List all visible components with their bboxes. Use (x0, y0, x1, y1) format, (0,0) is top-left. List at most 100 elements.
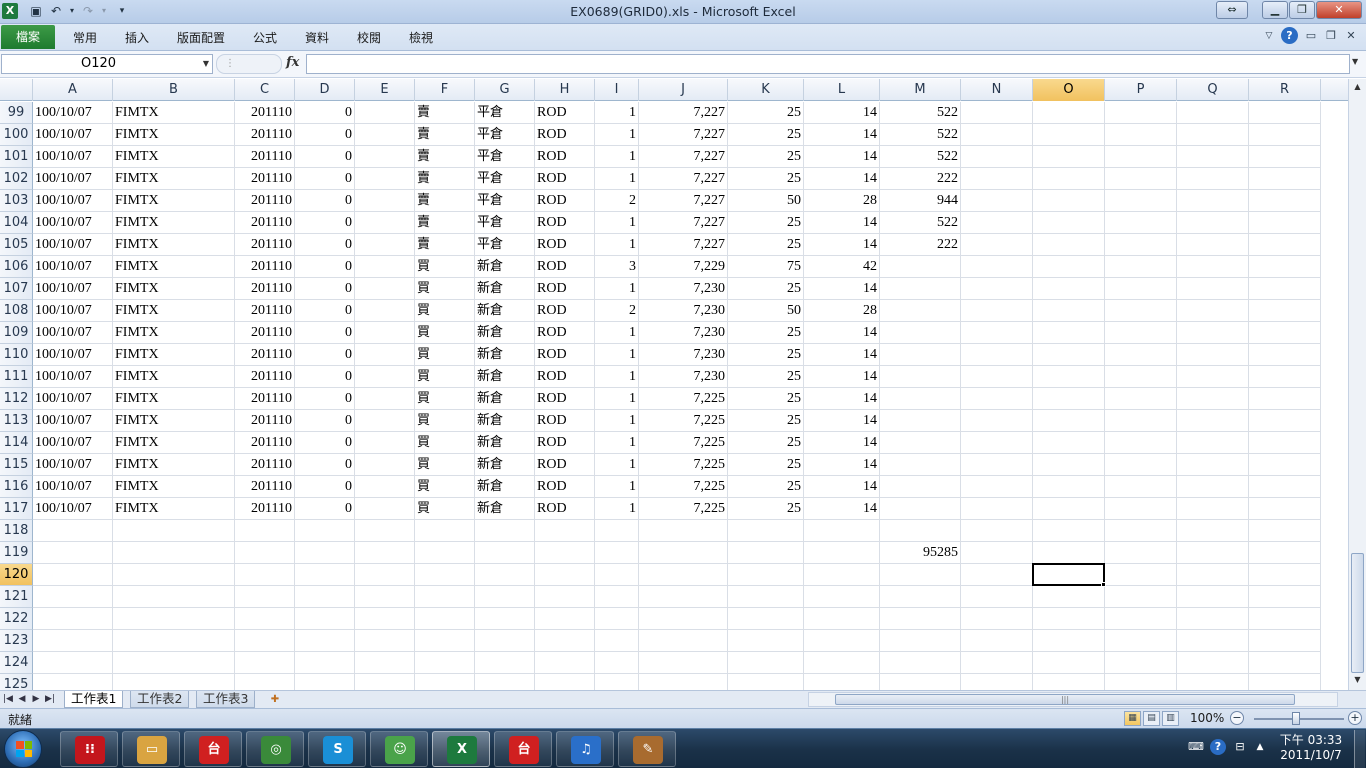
cell[interactable]: ROD (535, 212, 595, 234)
cell[interactable] (1033, 300, 1105, 322)
zoom-level[interactable]: 100% (1190, 711, 1224, 725)
cell[interactable] (1249, 608, 1321, 630)
cell[interactable] (1177, 234, 1249, 256)
cell[interactable]: 買 (415, 278, 475, 300)
cell[interactable]: 100/10/07 (33, 102, 113, 124)
cell[interactable] (639, 630, 728, 652)
cell[interactable]: 201110 (235, 432, 295, 454)
cell[interactable]: 買 (415, 344, 475, 366)
cell[interactable] (880, 652, 961, 674)
row-header[interactable]: 101 (0, 146, 33, 168)
row-header[interactable]: 99 (0, 102, 33, 124)
cell[interactable] (355, 564, 415, 586)
cell[interactable] (728, 564, 804, 586)
cell[interactable]: 1 (595, 410, 639, 432)
workbook-restore-icon[interactable]: ❐ (1324, 29, 1338, 43)
ribbon-minimize-icon[interactable]: ▽ (1262, 29, 1276, 43)
cell[interactable]: 7,230 (639, 278, 728, 300)
zoom-out-icon[interactable]: − (1230, 711, 1244, 725)
column-header-p[interactable]: P (1105, 79, 1177, 101)
cell[interactable] (639, 586, 728, 608)
taskbar-app-button[interactable]: ◎ (246, 731, 304, 767)
restore-size-button[interactable]: ⇔ (1216, 1, 1248, 19)
cell[interactable]: 14 (804, 454, 880, 476)
cell[interactable]: 201110 (235, 476, 295, 498)
row-header[interactable]: 109 (0, 322, 33, 344)
cell[interactable]: 買 (415, 388, 475, 410)
cell[interactable]: 買 (415, 476, 475, 498)
cell[interactable] (1105, 498, 1177, 520)
cell[interactable] (1105, 586, 1177, 608)
cell[interactable] (1033, 520, 1105, 542)
zoom-in-icon[interactable]: + (1348, 711, 1362, 725)
cell[interactable] (961, 498, 1033, 520)
column-header-o[interactable]: O (1033, 79, 1105, 101)
cell[interactable]: 0 (295, 102, 355, 124)
cell[interactable]: 201110 (235, 234, 295, 256)
cell[interactable]: 1 (595, 476, 639, 498)
row-header[interactable]: 124 (0, 652, 33, 674)
cell[interactable]: FIMTX (113, 190, 235, 212)
cell[interactable]: 0 (295, 256, 355, 278)
cell[interactable] (728, 630, 804, 652)
cell[interactable] (804, 520, 880, 542)
cell[interactable]: ROD (535, 168, 595, 190)
cell[interactable] (535, 630, 595, 652)
cell[interactable] (961, 476, 1033, 498)
cell[interactable]: 100/10/07 (33, 498, 113, 520)
cell[interactable] (1105, 674, 1177, 690)
cell[interactable] (1177, 454, 1249, 476)
cell[interactable]: 新倉 (475, 256, 535, 278)
column-header-h[interactable]: H (535, 79, 595, 101)
cell[interactable]: 平倉 (475, 212, 535, 234)
cell[interactable] (1249, 410, 1321, 432)
cell[interactable] (1249, 256, 1321, 278)
cell[interactable]: 14 (804, 278, 880, 300)
cell[interactable] (535, 608, 595, 630)
cell[interactable]: 100/10/07 (33, 124, 113, 146)
cell[interactable] (1033, 608, 1105, 630)
cell[interactable] (1033, 256, 1105, 278)
cell[interactable] (961, 652, 1033, 674)
cell[interactable]: 25 (728, 454, 804, 476)
cell[interactable] (639, 608, 728, 630)
cell[interactable]: 0 (295, 300, 355, 322)
cell[interactable] (355, 366, 415, 388)
cell[interactable] (295, 674, 355, 690)
minimize-button[interactable]: ▁ (1262, 1, 1288, 19)
cell[interactable] (1105, 190, 1177, 212)
cell[interactable] (475, 542, 535, 564)
fill-handle[interactable] (1101, 582, 1106, 587)
cell[interactable]: 25 (728, 388, 804, 410)
cell[interactable]: 賣 (415, 234, 475, 256)
cell[interactable] (1033, 102, 1105, 124)
cell[interactable] (804, 586, 880, 608)
cell[interactable]: 100/10/07 (33, 432, 113, 454)
row-header[interactable]: 119 (0, 542, 33, 564)
row-header[interactable]: 108 (0, 300, 33, 322)
cell[interactable]: 201110 (235, 344, 295, 366)
cell[interactable]: FIMTX (113, 212, 235, 234)
cell[interactable] (961, 410, 1033, 432)
cell[interactable] (961, 586, 1033, 608)
cell[interactable]: ROD (535, 278, 595, 300)
cell[interactable]: FIMTX (113, 432, 235, 454)
cell[interactable] (355, 146, 415, 168)
cell[interactable] (1249, 652, 1321, 674)
cell[interactable]: 1 (595, 234, 639, 256)
cell[interactable]: 25 (728, 410, 804, 432)
cell[interactable]: ROD (535, 190, 595, 212)
cell[interactable]: 0 (295, 410, 355, 432)
cell[interactable] (961, 674, 1033, 690)
cell[interactable]: 25 (728, 344, 804, 366)
cell[interactable]: 50 (728, 300, 804, 322)
cell[interactable] (1105, 520, 1177, 542)
cell[interactable] (415, 520, 475, 542)
cell[interactable] (1033, 388, 1105, 410)
network-icon[interactable]: ⊟ (1232, 739, 1248, 755)
zoom-slider-knob[interactable] (1292, 712, 1300, 725)
cell[interactable] (595, 608, 639, 630)
cell[interactable]: ROD (535, 410, 595, 432)
cell[interactable]: 100/10/07 (33, 300, 113, 322)
cell[interactable]: 7,230 (639, 322, 728, 344)
